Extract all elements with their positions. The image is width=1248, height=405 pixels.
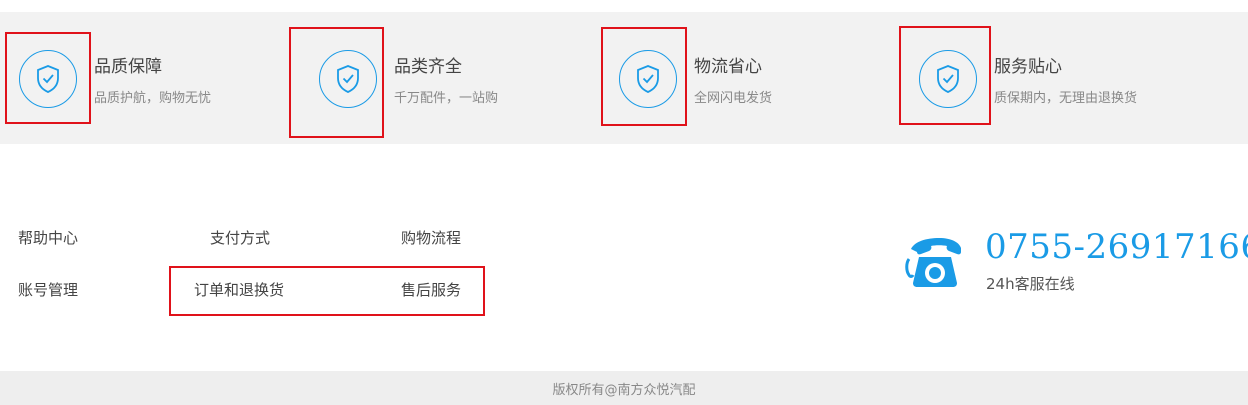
highlight-box bbox=[601, 27, 687, 126]
feature-desc: 千万配件，一站购 bbox=[394, 91, 499, 106]
feature-desc: 品质护航，购物无忧 bbox=[94, 91, 212, 106]
phone-number: 0755-26917166 bbox=[985, 227, 1248, 267]
feature-title: 物流省心 bbox=[694, 57, 762, 77]
feature-title: 品质保障 bbox=[94, 57, 162, 77]
highlight-box bbox=[899, 26, 991, 125]
highlight-box bbox=[289, 27, 384, 138]
link-help-center[interactable]: 帮助中心 bbox=[18, 227, 78, 248]
highlight-box bbox=[5, 32, 91, 124]
feature-title: 服务贴心 bbox=[994, 57, 1062, 77]
link-account-management[interactable]: 账号管理 bbox=[18, 279, 78, 300]
link-shopping-process[interactable]: 购物流程 bbox=[401, 227, 461, 248]
feature-title: 品类齐全 bbox=[394, 57, 462, 77]
support-note: 24h客服在线 bbox=[986, 275, 1075, 293]
link-payment-methods[interactable]: 支付方式 bbox=[210, 227, 270, 248]
copyright-text: 版权所有@南方众悦汽配 bbox=[552, 382, 696, 398]
feature-desc: 质保期内，无理由退换货 bbox=[994, 91, 1138, 106]
highlight-box bbox=[169, 266, 485, 316]
telephone-icon bbox=[905, 235, 963, 289]
feature-desc: 全网闪电发货 bbox=[694, 91, 773, 106]
copyright-bar: 版权所有@南方众悦汽配 bbox=[0, 371, 1248, 405]
